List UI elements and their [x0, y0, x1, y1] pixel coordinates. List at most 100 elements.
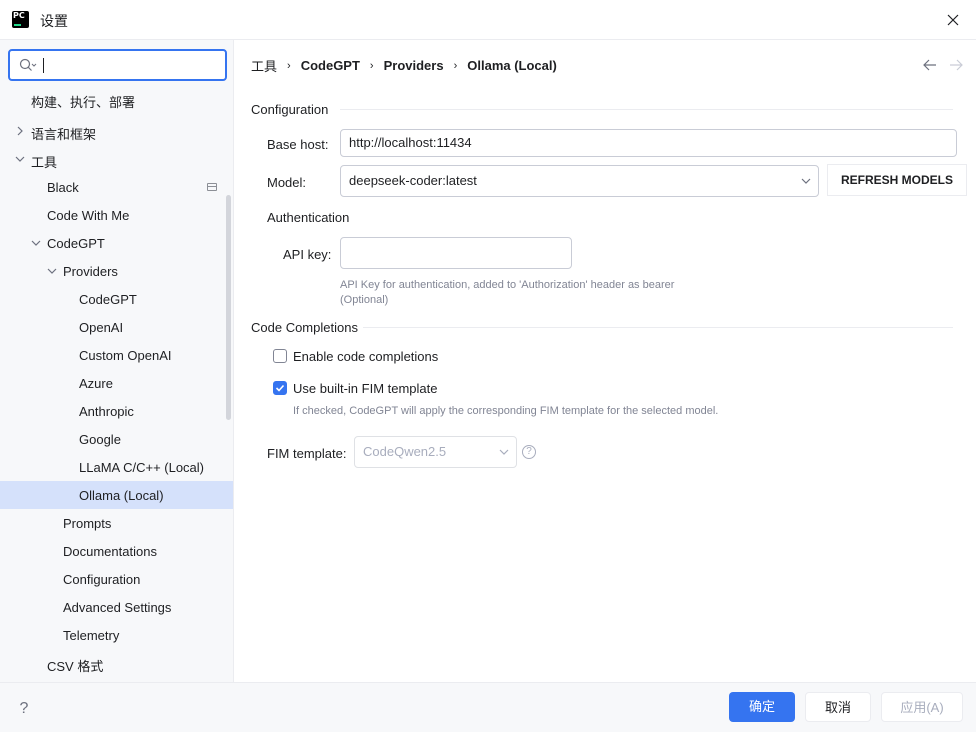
- breadcrumb-item-providers[interactable]: Providers: [384, 58, 444, 73]
- close-icon: [947, 14, 959, 26]
- text-caret: [43, 58, 44, 73]
- tree-item-label: Prompts: [63, 516, 112, 531]
- tree-item-provider-llama[interactable]: LLaMA C/C++ (Local): [0, 453, 233, 481]
- section-divider: [363, 327, 953, 328]
- tree-item-csv-format[interactable]: CSV 格式: [0, 649, 233, 677]
- api-key-label: API key:: [283, 247, 332, 262]
- help-button[interactable]: ?: [12, 697, 36, 721]
- breadcrumb: 工具 › CodeGPT › Providers › Ollama (Local…: [251, 56, 557, 75]
- project-level-icon: [207, 183, 217, 191]
- section-title-authentication: Authentication: [267, 210, 350, 225]
- logo-text: PC: [13, 11, 25, 20]
- search-box[interactable]: [8, 49, 227, 81]
- sidebar-scrollbar[interactable]: [226, 195, 231, 420]
- fim-template-label: FIM template:: [267, 446, 347, 461]
- tree-item-label: OpenAI: [79, 320, 124, 335]
- help-icon[interactable]: ?: [522, 445, 536, 459]
- tree-item-label: Advanced Settings: [63, 600, 172, 615]
- chevron-down-icon: [499, 449, 509, 455]
- tree-item-label: Azure: [79, 376, 113, 391]
- tree-item-label: Telemetry: [63, 628, 120, 643]
- tree-item-advanced-settings[interactable]: Advanced Settings: [0, 593, 233, 621]
- tree-item-label: Google: [79, 432, 121, 447]
- tree-item-label: Configuration: [63, 572, 141, 587]
- breadcrumb-separator: ›: [369, 59, 374, 72]
- use-builtin-fim-checkbox[interactable]: [273, 381, 287, 395]
- model-select[interactable]: deepseek-coder:latest: [340, 165, 819, 197]
- tree-item-build-execution-deployment[interactable]: 构建、执行、部署: [0, 85, 233, 113]
- close-button[interactable]: [930, 0, 976, 40]
- logo-bar: [14, 24, 21, 26]
- search-input[interactable]: [40, 55, 220, 75]
- tree-item-provider-ollama[interactable]: Ollama (Local): [0, 481, 233, 509]
- apply-button[interactable]: 应用(A): [881, 692, 963, 722]
- settings-sidebar: 构建、执行、部署 语言和框架 工具 Black Code With Me Cod…: [0, 40, 234, 682]
- enable-code-completions-label[interactable]: Enable code completions: [293, 349, 438, 364]
- title-bar: PC 设置: [0, 0, 976, 40]
- tree-item-documentations[interactable]: Documentations: [0, 537, 233, 565]
- tree-item-label: CodeGPT: [79, 292, 137, 307]
- tree-item-label: LLaMA C/C++ (Local): [79, 460, 205, 475]
- model-select-value: deepseek-coder:latest: [349, 173, 477, 188]
- enable-code-completions-checkbox[interactable]: [273, 349, 287, 363]
- section-divider: [340, 109, 953, 110]
- tree-item-code-with-me[interactable]: Code With Me: [0, 201, 233, 229]
- tree-item-label: Providers: [63, 264, 118, 279]
- tree-item-provider-custom-openai[interactable]: Custom OpenAI: [0, 341, 233, 369]
- tree-item-prompts[interactable]: Prompts: [0, 509, 233, 537]
- breadcrumb-separator: ›: [453, 59, 458, 72]
- tree-item-provider-codegpt[interactable]: CodeGPT: [0, 285, 233, 313]
- tree-item-black[interactable]: Black: [0, 173, 233, 201]
- tree-item-providers[interactable]: Providers: [0, 257, 233, 285]
- tree-item-label: Black: [47, 180, 79, 195]
- section-title-code-completions: Code Completions: [251, 320, 358, 335]
- search-icon: [19, 58, 37, 71]
- dialog-footer: ? 确定 取消 应用(A): [0, 682, 976, 732]
- refresh-models-button[interactable]: REFRESH MODELS: [828, 165, 967, 195]
- tree-item-label: Anthropic: [79, 404, 134, 419]
- fim-template-select: CodeQwen2.5: [354, 436, 517, 468]
- tree-item-configuration[interactable]: Configuration: [0, 565, 233, 593]
- api-key-hint-optional: (Optional): [340, 294, 389, 306]
- checkmark-icon: [275, 384, 285, 392]
- base-host-input[interactable]: http://localhost:11434: [340, 129, 957, 157]
- breadcrumb-item-ollama: Ollama (Local): [467, 58, 557, 73]
- tree-item-label: CSV 格式: [47, 659, 104, 674]
- fim-hint: If checked, CodeGPT will apply the corre…: [293, 405, 719, 417]
- ok-button[interactable]: 确定: [729, 692, 795, 722]
- tree-item-label: Documentations: [63, 544, 157, 559]
- tree-item-label: 工具: [31, 155, 58, 170]
- tree-item-codegpt[interactable]: CodeGPT: [0, 229, 233, 257]
- tree-item-telemetry[interactable]: Telemetry: [0, 621, 233, 649]
- tree-item-label: 构建、执行、部署: [31, 95, 136, 110]
- section-title-configuration: Configuration: [251, 102, 329, 117]
- tree-item-tools[interactable]: 工具: [0, 145, 233, 173]
- breadcrumb-item-codegpt[interactable]: CodeGPT: [301, 58, 360, 73]
- back-arrow-icon[interactable]: [922, 57, 938, 73]
- forward-arrow-icon[interactable]: [948, 57, 964, 73]
- breadcrumb-separator: ›: [287, 59, 291, 72]
- tree-item-provider-azure[interactable]: Azure: [0, 369, 233, 397]
- tree-item-provider-anthropic[interactable]: Anthropic: [0, 397, 233, 425]
- chevron-down-icon: [801, 178, 811, 184]
- chevron-right-icon[interactable]: [15, 126, 25, 136]
- chevron-down-icon[interactable]: [15, 154, 25, 164]
- tree-item-provider-openai[interactable]: OpenAI: [0, 313, 233, 341]
- chevron-down-icon[interactable]: [47, 266, 57, 276]
- tree-item-label: Ollama (Local): [79, 488, 164, 503]
- chevron-down-icon[interactable]: [31, 238, 41, 248]
- tree-item-provider-google[interactable]: Google: [0, 425, 233, 453]
- api-key-hint: API Key for authentication, added to 'Au…: [340, 279, 675, 291]
- fim-template-value: CodeQwen2.5: [363, 444, 447, 459]
- model-label: Model:: [267, 175, 307, 190]
- window-title: 设置: [40, 13, 68, 29]
- api-key-input[interactable]: [340, 237, 572, 269]
- tree-item-languages-frameworks[interactable]: 语言和框架: [0, 117, 233, 145]
- breadcrumb-item-tools[interactable]: 工具: [251, 56, 277, 75]
- base-host-label: Base host:: [267, 137, 329, 152]
- tree-item-label: Code With Me: [47, 208, 130, 223]
- tree-item-label: CodeGPT: [47, 236, 105, 251]
- use-builtin-fim-label[interactable]: Use built-in FIM template: [293, 381, 438, 396]
- cancel-button[interactable]: 取消: [805, 692, 871, 722]
- pycharm-logo-icon: PC: [12, 11, 29, 28]
